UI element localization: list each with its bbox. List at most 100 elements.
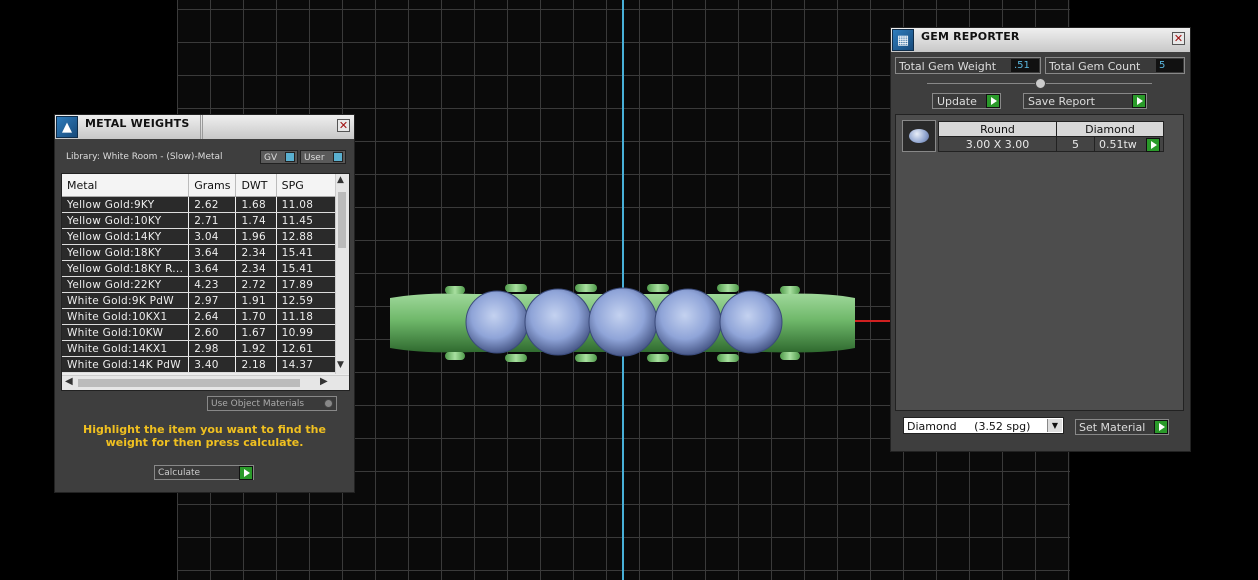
table-cell: 1.67 (235, 324, 277, 341)
title-separator (202, 115, 203, 139)
slider-knob[interactable] (1035, 78, 1046, 89)
gem-weight: 0.51tw (1099, 137, 1137, 151)
table-row[interactable]: White Gold:14KX1 2.98 1.92 12.61 (62, 340, 349, 357)
scroll-thumb[interactable] (338, 192, 346, 248)
table-row[interactable]: Yellow Gold:18KY 3.64 2.34 15.41 (62, 244, 349, 261)
table-cell: 2.34 (235, 244, 277, 261)
scroll-up-icon[interactable]: ▲ (337, 175, 344, 185)
total-gem-weight-label: Total Gem Weight (899, 60, 997, 73)
table-cell: White Gold:9K PdW (62, 292, 190, 309)
gv-label: GV (264, 153, 278, 163)
chevron-down-icon[interactable]: ▼ (1047, 419, 1062, 432)
ring-model[interactable] (385, 278, 860, 368)
gem-reporter-titlebar[interactable]: ▦ GEM REPORTER ✕ (891, 28, 1190, 52)
toggle-square-icon (285, 152, 295, 162)
total-gem-count-field: Total Gem Count 5 (1045, 57, 1185, 74)
total-gem-count-label: Total Gem Count (1049, 60, 1141, 73)
hint-text: Highlight the item you want to find the … (83, 423, 326, 449)
table-cell: 4.23 (188, 276, 237, 293)
table-cell: 3.64 (188, 244, 237, 261)
set-material-button[interactable]: Set Material (1075, 419, 1169, 435)
column-header[interactable]: DWT (235, 174, 277, 197)
toggle-square-icon (333, 152, 343, 162)
table-cell: 3.64 (188, 260, 237, 277)
table-cell: 1.68 (235, 196, 277, 213)
table-cell: Yellow Gold:9KY (62, 196, 190, 213)
table-row[interactable]: Yellow Gold:18KY R... 3.64 2.34 15.41 (62, 260, 349, 277)
table-row[interactable]: White Gold:10KX1 2.64 1.70 11.18 (62, 308, 349, 325)
table-cell: 2.97 (188, 292, 237, 309)
panel-title: METAL WEIGHTS (85, 117, 190, 130)
table-row[interactable]: White Gold:14K PdW 3.40 2.18 14.37 (62, 356, 349, 373)
gem-stone (654, 288, 722, 356)
gv-toggle[interactable]: GV (260, 150, 298, 164)
gem-list[interactable]: Round Diamond 3.00 X 3.00 5 0.51tw (895, 114, 1184, 411)
table-cell: 2.71 (188, 212, 237, 229)
metal-weights-titlebar[interactable]: ▲ METAL WEIGHTS ✕ (55, 115, 354, 139)
table-row[interactable]: Yellow Gold:14KY 3.04 1.96 12.88 (62, 228, 349, 245)
calculate-button[interactable]: Calculate (154, 465, 254, 480)
table-cell: 2.98 (188, 340, 237, 357)
round-gem-icon (909, 129, 929, 143)
play-icon[interactable] (239, 466, 253, 480)
close-icon[interactable]: ✕ (337, 119, 350, 132)
table-cell: 1.70 (235, 308, 277, 325)
metal-table[interactable]: Metal Grams DWT SPG Yellow Gold:9KY 2.62 1… (61, 173, 350, 391)
set-material-label: Set Material (1079, 421, 1146, 434)
close-icon[interactable]: ✕ (1172, 32, 1185, 45)
user-label: User (304, 153, 325, 163)
gem-reporter-panel: ▦ GEM REPORTER ✕ Total Gem Weight .51 To… (890, 27, 1191, 452)
table-cell: 2.34 (235, 260, 277, 277)
metal-weights-panel: ▲ METAL WEIGHTS ✕ Library: White Room - … (54, 114, 355, 493)
table-row[interactable]: Yellow Gold:10KY 2.71 1.74 11.45 (62, 212, 349, 229)
material-select-value: Diamond (3.52 spg) (907, 420, 1031, 433)
table-cell: 2.60 (188, 324, 237, 341)
scroll-down-icon[interactable]: ▼ (337, 360, 344, 370)
table-cell: 1.74 (235, 212, 277, 229)
gem-report-icon: ▦ (892, 29, 914, 51)
table-cell: 2.62 (188, 196, 237, 213)
scroll-right-icon[interactable]: ▶ (320, 376, 328, 387)
play-icon[interactable] (1132, 94, 1146, 108)
library-label: Library: White Room - (Slow)-Metal (66, 152, 223, 162)
save-report-button[interactable]: Save Report (1023, 93, 1147, 109)
table-cell: Yellow Gold:14KY (62, 228, 190, 245)
material-select[interactable]: Diamond (3.52 spg) ▼ (903, 417, 1064, 434)
table-cell: 1.96 (235, 228, 277, 245)
table-row[interactable]: White Gold:10KW 2.60 1.67 10.99 (62, 324, 349, 341)
table-cell: White Gold:10KW (62, 324, 190, 341)
save-report-label: Save Report (1028, 95, 1095, 108)
column-header[interactable]: Metal (62, 174, 190, 197)
column-header[interactable]: Grams (188, 174, 237, 197)
scroll-thumb[interactable] (78, 379, 300, 387)
table-cell: 2.72 (235, 276, 277, 293)
table-cell: 2.18 (235, 356, 277, 373)
table-row[interactable]: Yellow Gold:22KY 4.23 2.72 17.89 (62, 276, 349, 293)
calculate-label: Calculate (158, 468, 201, 478)
play-icon[interactable] (986, 94, 1000, 108)
horizontal-scrollbar[interactable]: ◀ ▶ (62, 375, 349, 390)
gem-thumbnail[interactable] (902, 120, 936, 152)
scroll-left-icon[interactable]: ◀ (65, 376, 73, 387)
vertical-scrollbar[interactable]: ▲ ▼ (335, 174, 349, 374)
table-cell: 1.91 (235, 292, 277, 309)
table-cell: 3.04 (188, 228, 237, 245)
panel-title: GEM REPORTER (921, 30, 1020, 43)
table-cell: 2.64 (188, 308, 237, 325)
total-gem-count-value: 5 (1156, 59, 1183, 72)
gem-size: 3.00 X 3.00 (938, 136, 1057, 152)
play-icon[interactable] (1154, 420, 1168, 434)
gem-material: Diamond (1056, 121, 1164, 137)
table-cell: Yellow Gold:18KY (62, 244, 190, 261)
table-row[interactable]: Yellow Gold:9KY 2.62 1.68 11.08 (62, 196, 349, 213)
user-toggle[interactable]: User (300, 150, 346, 164)
table-row[interactable]: White Gold:9K PdW 2.97 1.91 12.59 (62, 292, 349, 309)
radio-icon (324, 399, 333, 408)
update-button[interactable]: Update (932, 93, 1001, 109)
play-icon[interactable] (1146, 138, 1160, 152)
table-cell: White Gold:10KX1 (62, 308, 190, 325)
gem-row[interactable]: Round Diamond 3.00 X 3.00 5 0.51tw (938, 121, 1164, 152)
gem-stone (719, 290, 783, 354)
title-separator (200, 115, 201, 139)
use-object-materials-toggle[interactable]: Use Object Materials (207, 396, 337, 411)
